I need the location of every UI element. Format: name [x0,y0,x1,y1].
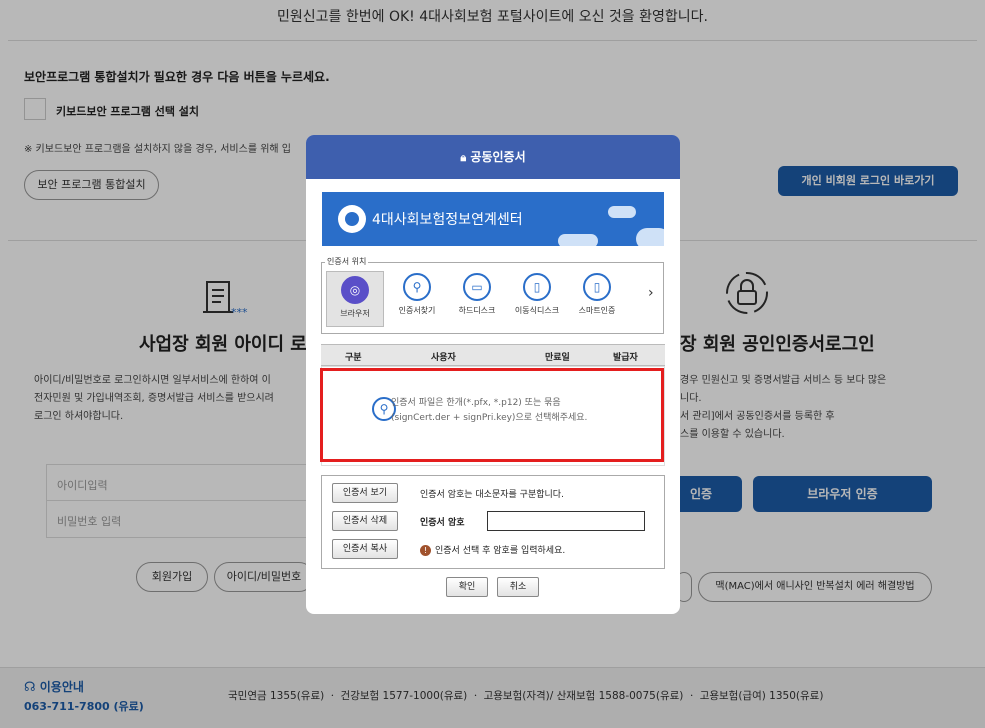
location-find[interactable]: ⚲ 인증서찾기 [388,273,446,316]
banner: 4대사회보험정보연계센터 [322,192,664,246]
chevron-right-icon[interactable]: › [648,285,654,301]
logo-icon [338,205,366,233]
empty-line: (signCert.der + signPri.key)으로 선택해주세요. [391,413,588,423]
cert-password-input[interactable] [487,511,645,531]
location-label: 하드디스크 [458,306,496,315]
banner-text: 4대사회보험정보연계센터 [372,212,523,228]
cert-controls: 인증서 보기 인증서 삭제 인증서 복사 인증서 암호는 대소문자를 구분합니다… [321,475,665,569]
usb-icon: ▯ [523,273,551,301]
cert-location-legend: 인증서 위치 [325,256,369,267]
dialog-header: 🔒︎ 공동인증서 [306,135,680,179]
delete-cert-button[interactable]: 인증서 삭제 [332,511,398,531]
column-expiry: 만료일 [545,353,570,363]
view-cert-button[interactable]: 인증서 보기 [332,483,398,503]
cert-dialog: 🔒︎ 공동인증서 4대사회보험정보연계센터 인증서 위치 ◎ 브라우저 ⚲ 인증… [306,135,680,614]
monitor-icon: ▭ [463,273,491,301]
password-label: 인증서 암호 [420,518,465,528]
warning-message: ! 인증서 선택 후 암호를 입력하세요. [420,543,565,556]
warning-icon: ! [420,545,431,556]
search-icon: ⚲ [403,273,431,301]
cloud-icon [558,234,598,246]
column-issuer: 발급자 [613,353,638,363]
location-removable[interactable]: ▯ 이동식디스크 [508,273,566,316]
location-smart[interactable]: ▯ 스마트인증 [568,273,626,316]
cloud-icon [608,206,636,218]
phone-icon: ▯ [583,273,611,301]
globe-icon: ◎ [341,276,369,304]
confirm-button[interactable]: 확인 [446,577,488,597]
warning-text: 인증서 선택 후 암호를 입력하세요. [435,546,566,556]
column-user: 사용자 [431,353,456,363]
location-label: 이동식디스크 [514,306,560,315]
dialog-title: 공동인증서 [470,150,526,164]
case-note: 인증서 암호는 대소문자를 구분합니다. [420,490,564,500]
cert-location-group: 인증서 위치 ◎ 브라우저 ⚲ 인증서찾기 ▭ 하드디스크 ▯ 이동식디스크 ▯… [321,256,664,334]
cloud-icon [636,228,664,246]
location-harddisk[interactable]: ▭ 하드디스크 [448,273,506,316]
location-label: 인증서찾기 [398,306,436,315]
cancel-button[interactable]: 취소 [497,577,539,597]
lock-icon: 🔒︎ [460,151,467,164]
copy-cert-button[interactable]: 인증서 복사 [332,539,398,559]
column-type: 구분 [345,353,362,363]
location-label: 브라우저 [340,309,370,318]
location-label: 스마트인증 [578,306,616,315]
location-browser[interactable]: ◎ 브라우저 [326,271,384,327]
empty-cert-message: 인증서 파일은 한개(*.pfx, *.p12) 또는 묶음 (signCert… [391,396,587,426]
cert-table-header: 구분 사용자 만료일 발급자 [321,344,665,366]
empty-line: 인증서 파일은 한개(*.pfx, *.p12) 또는 묶음 [391,398,561,408]
